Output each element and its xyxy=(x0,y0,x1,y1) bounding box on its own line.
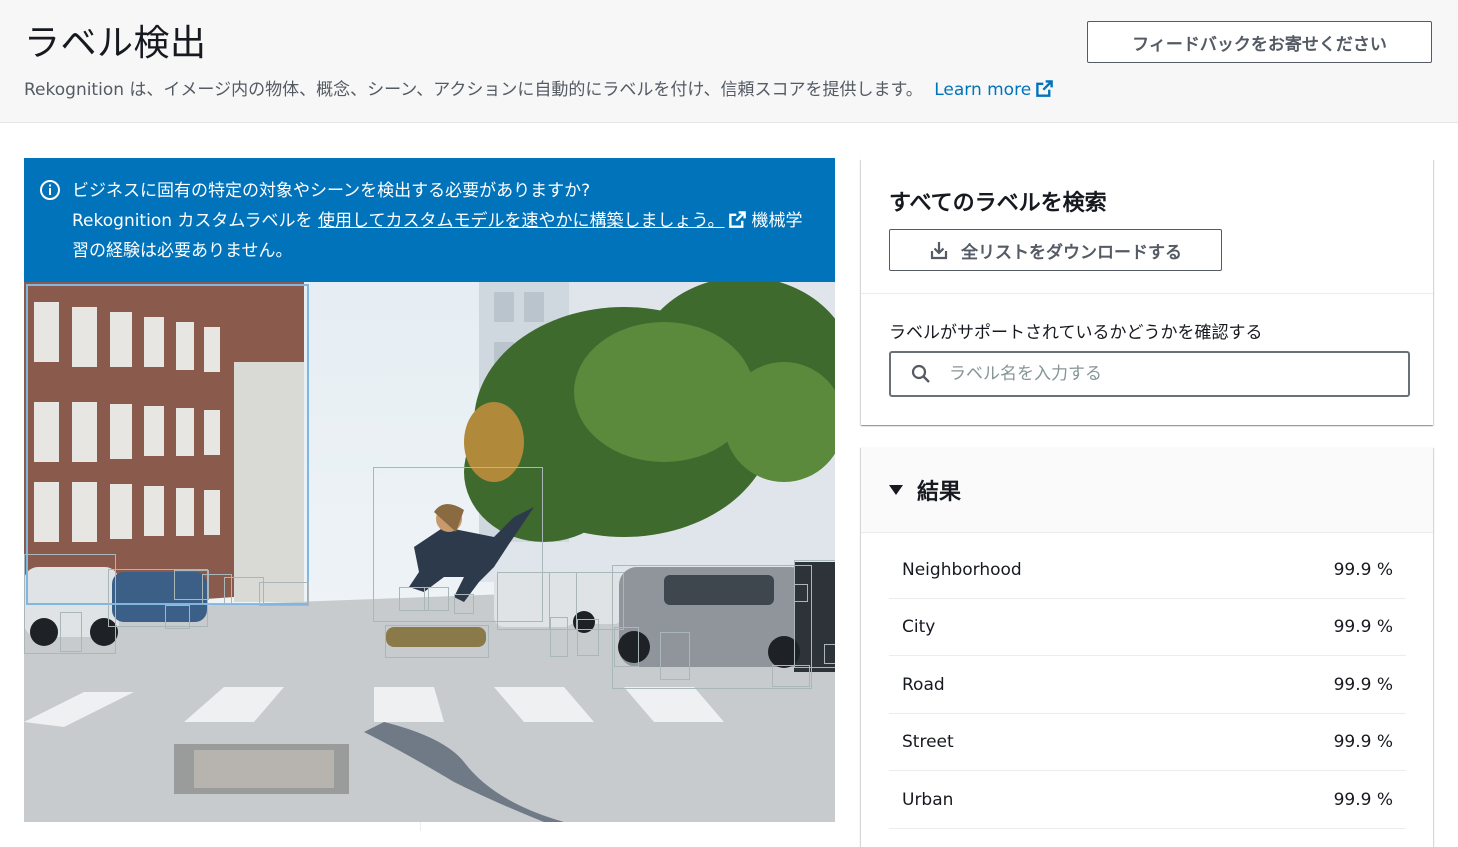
bounding-box-wheel[interactable] xyxy=(772,665,810,687)
external-link-icon xyxy=(729,211,747,228)
results-title: 結果 xyxy=(917,480,962,505)
bounding-box-wheel[interactable] xyxy=(794,584,808,602)
image-bottom-bar xyxy=(24,822,835,831)
result-row: Neighborhood 99.9 % xyxy=(889,542,1406,599)
search-icon xyxy=(911,364,930,383)
result-label: Neighborhood xyxy=(902,560,1022,580)
banner-prefix: Rekognition カスタムラベルを xyxy=(72,211,318,231)
analyzed-image xyxy=(24,282,835,822)
info-icon xyxy=(40,180,60,200)
label-search-field[interactable] xyxy=(889,351,1410,397)
banner-line-1: ビジネスに固有の特定の対象やシーンを検出する必要がありますか? xyxy=(72,181,591,201)
results-panel: 結果 Neighborhood 99.9 % City 99.9 % Road … xyxy=(861,447,1433,847)
page-description: Rekognition は、イメージ内の物体、概念、シーン、アクションに自動的に… xyxy=(24,75,1054,100)
result-row: Road 99.9 % xyxy=(889,657,1406,714)
result-label: City xyxy=(902,617,936,637)
label-search-input[interactable] xyxy=(947,363,1391,385)
result-label: Urban xyxy=(902,790,954,810)
result-row: Urban 99.9 % xyxy=(889,772,1406,829)
bounding-box-car[interactable] xyxy=(224,577,264,604)
bounding-box-skateboard[interactable] xyxy=(385,625,489,658)
result-label: Road xyxy=(902,675,945,695)
divider xyxy=(861,293,1433,294)
download-list-button[interactable]: 全リストをダウンロードする xyxy=(889,229,1222,271)
results-toggle[interactable]: 結果 xyxy=(889,474,961,506)
custom-labels-banner: ビジネスに固有の特定の対象やシーンを検出する必要がありますか? Rekognit… xyxy=(24,158,835,282)
banner-line-2: Rekognition カスタムラベルを 使用してカスタムモデルを速やかに構築し… xyxy=(72,206,815,266)
result-score: 99.9 % xyxy=(1333,560,1393,580)
learn-more-link[interactable]: Learn more xyxy=(934,80,1054,100)
image-divider xyxy=(420,822,421,831)
description-text: Rekognition は、イメージ内の物体、概念、シーン、アクションに自動的に… xyxy=(24,80,923,100)
bounding-box-wheel[interactable] xyxy=(660,632,690,680)
page-title: ラベル検出 xyxy=(24,23,207,64)
label-search-title: すべてのラベルを検索 xyxy=(889,191,1107,216)
bounding-box-car[interactable] xyxy=(259,582,309,606)
result-score: 99.9 % xyxy=(1333,617,1393,637)
external-link-icon xyxy=(1036,80,1053,97)
results-header[interactable]: 結果 xyxy=(861,447,1433,533)
bounding-box-wheel[interactable] xyxy=(614,627,639,667)
result-row: Street 99.9 % xyxy=(889,714,1406,771)
bounding-box-car[interactable] xyxy=(424,587,449,611)
result-score: 99.9 % xyxy=(1333,790,1393,810)
custom-labels-link[interactable]: 使用してカスタムモデルを速やかに構築しましょう。 xyxy=(318,211,724,231)
result-label: Street xyxy=(902,732,954,752)
result-score: 99.9 % xyxy=(1333,675,1393,695)
page-header: ラベル検出 Rekognition は、イメージ内の物体、概念、シーン、アクショ… xyxy=(0,0,1458,123)
learn-more-label: Learn more xyxy=(934,80,1032,100)
result-row: City 99.9 % xyxy=(889,599,1406,656)
bounding-box-wheel[interactable] xyxy=(454,594,474,614)
bounding-box-wheel[interactable] xyxy=(60,612,82,652)
bounding-box-wheel[interactable] xyxy=(165,605,190,629)
download-list-label: 全リストをダウンロードする xyxy=(961,242,1182,263)
label-search-panel: すべてのラベルを検索 全リストをダウンロードする ラベルがサポートされているかど… xyxy=(861,159,1433,425)
bounding-box-wheel[interactable] xyxy=(824,644,835,664)
caret-down-icon xyxy=(889,485,903,495)
label-check-text: ラベルがサポートされているかどうかを確認する xyxy=(889,323,1263,343)
bounding-box-wheel[interactable] xyxy=(577,619,599,656)
feedback-button[interactable]: フィードバックをお寄せください xyxy=(1087,21,1432,63)
bounding-box-wheel[interactable] xyxy=(550,617,568,657)
result-score: 99.9 % xyxy=(1333,732,1393,752)
download-icon xyxy=(930,242,948,260)
